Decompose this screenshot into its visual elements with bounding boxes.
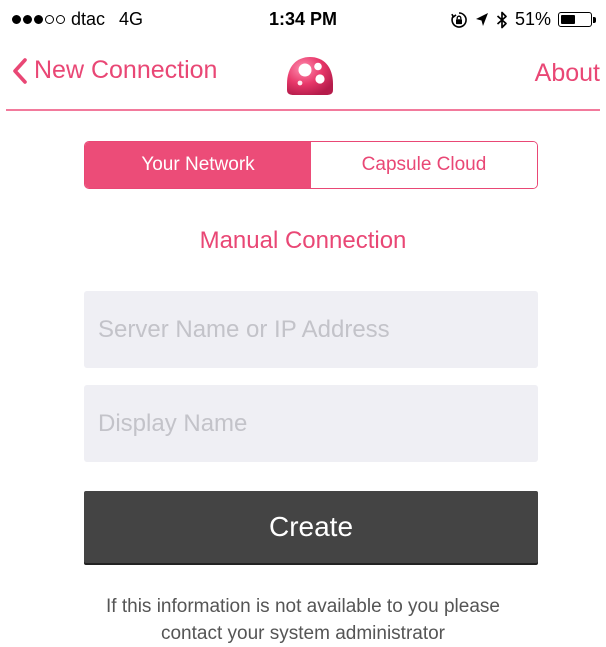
help-text-line-2: contact your system administrator [160, 623, 446, 644]
status-bar: dtac 4G 1:34 PM 51% [0, 0, 606, 44]
location-arrow-icon [475, 12, 488, 26]
help-text: If this information is not available to … [40, 593, 566, 647]
display-name-input[interactable] [84, 385, 538, 462]
about-button[interactable]: About [535, 59, 600, 88]
server-address-input[interactable] [84, 291, 538, 368]
nav-divider [6, 109, 600, 111]
tab-capsule-cloud[interactable]: Capsule Cloud [311, 142, 537, 188]
connection-type-segmented-control: Your Network Capsule Cloud [84, 141, 538, 189]
bluetooth-icon [496, 11, 507, 28]
battery-percent: 51% [514, 9, 551, 29]
capsule-logo-icon [287, 57, 333, 95]
chevron-left-icon [13, 57, 27, 84]
status-right: 51% [450, 9, 596, 30]
nav-bar: New Connection About [0, 44, 606, 108]
battery-level-fill [561, 15, 575, 24]
back-button[interactable]: New Connection [12, 56, 217, 85]
manual-connection-heading: Manual Connection [199, 227, 407, 254]
battery-icon [558, 12, 592, 27]
help-text-line-1: If this information is not available to … [106, 596, 500, 617]
back-button-label: New Connection [34, 56, 218, 84]
battery-cap [593, 16, 596, 23]
orientation-lock-icon [451, 11, 467, 28]
tab-your-network[interactable]: Your Network [85, 142, 311, 188]
create-button[interactable]: Create [84, 491, 538, 563]
